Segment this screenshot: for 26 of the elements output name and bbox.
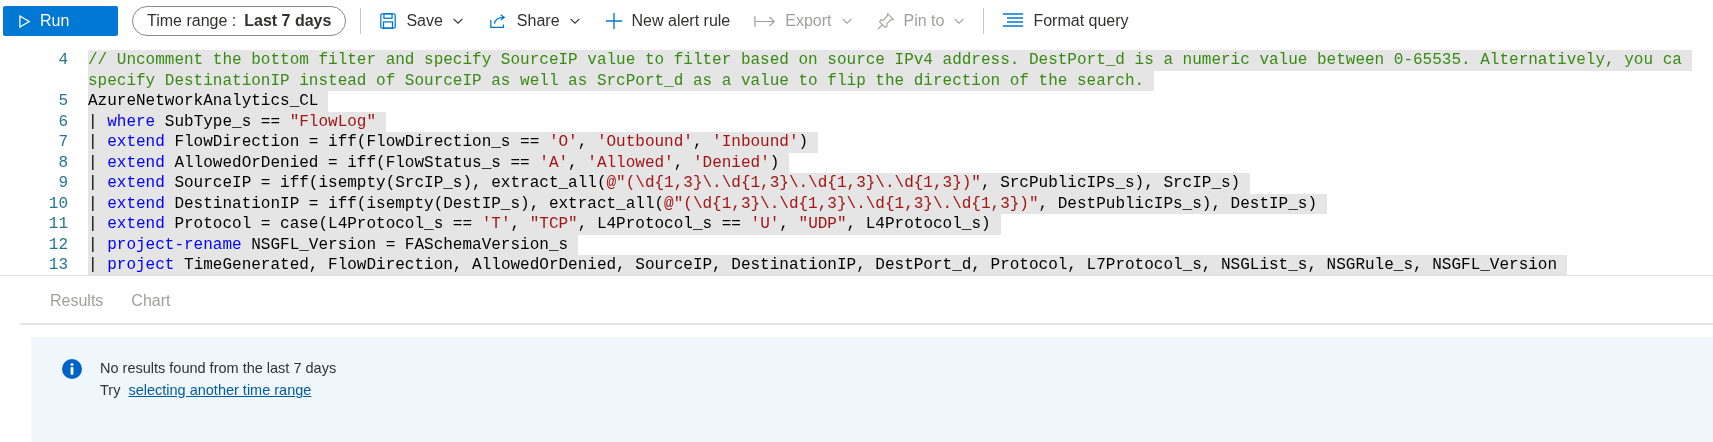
line-number: 10 bbox=[47, 193, 69, 214]
toolbar-button[interactable]: Share bbox=[475, 6, 593, 36]
time-range-link[interactable]: selecting another time range bbox=[128, 379, 312, 401]
line-number: 8 bbox=[57, 152, 69, 173]
toolbar-button[interactable]: New alert rule bbox=[592, 6, 743, 36]
pin-icon bbox=[876, 12, 895, 30]
line-number: 7 bbox=[57, 132, 69, 153]
toolbar-button[interactable]: Save bbox=[367, 6, 476, 36]
line-number: 12 bbox=[47, 234, 69, 255]
line-number: 4 bbox=[57, 50, 69, 71]
toolbar-button[interactable]: Format query bbox=[990, 6, 1141, 36]
arrow-icon bbox=[754, 14, 777, 28]
lines-icon bbox=[1002, 13, 1025, 29]
line-number: 5 bbox=[57, 91, 69, 112]
line-number: 11 bbox=[47, 214, 69, 235]
line-number: 6 bbox=[57, 111, 69, 132]
share-icon bbox=[487, 12, 508, 30]
run-button[interactable]: Run bbox=[3, 6, 118, 36]
play-icon bbox=[19, 14, 30, 28]
save-icon bbox=[379, 12, 398, 30]
info-icon bbox=[62, 359, 82, 379]
plus-icon bbox=[604, 12, 623, 30]
message-text: Try bbox=[100, 381, 121, 400]
message-text: No results found from the last 7 days bbox=[100, 359, 337, 378]
line-number: 9 bbox=[57, 173, 69, 194]
line-number: 13 bbox=[47, 255, 69, 275]
